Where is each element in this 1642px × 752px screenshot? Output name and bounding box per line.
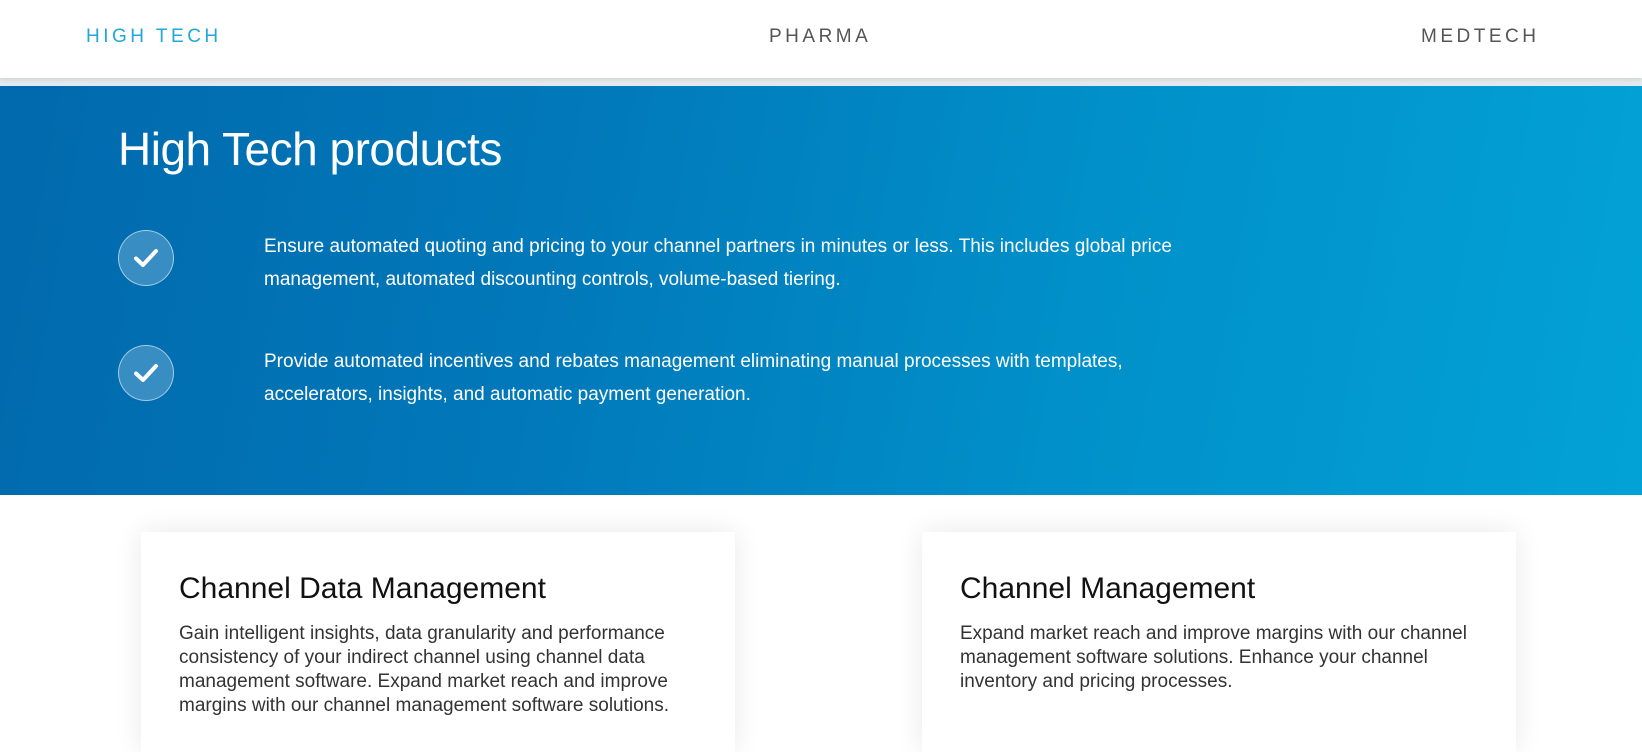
hero-section: High Tech products Ensure automated quot… [0,86,1642,495]
card-title: Channel Management [960,572,1256,605]
hero-title: High Tech products [118,123,502,175]
product-card-channel-data-management[interactable]: Channel Data Management Gain intelligent… [141,532,735,752]
tab-high-tech[interactable]: HIGH TECH [86,26,222,48]
card-description: Gain intelligent insights, data granular… [179,623,670,716]
product-card-channel-management[interactable]: Channel Management Expand market reach a… [922,532,1516,752]
feature-text: Ensure automated quoting and pricing to … [264,236,1172,290]
feature-text: Provide automated incentives and rebates… [264,351,1123,405]
tab-medtech[interactable]: MEDTECH [1421,26,1539,48]
checkmark-icon [118,230,174,286]
tab-pharma[interactable]: PHARMA [769,26,871,48]
tab-bar-divider [0,78,1642,86]
industry-tab-bar: HIGH TECH PHARMA MEDTECH [0,0,1642,78]
card-description: Expand market reach and improve margins … [960,623,1467,692]
checkmark-icon [118,345,174,401]
card-title: Channel Data Management [179,572,546,605]
